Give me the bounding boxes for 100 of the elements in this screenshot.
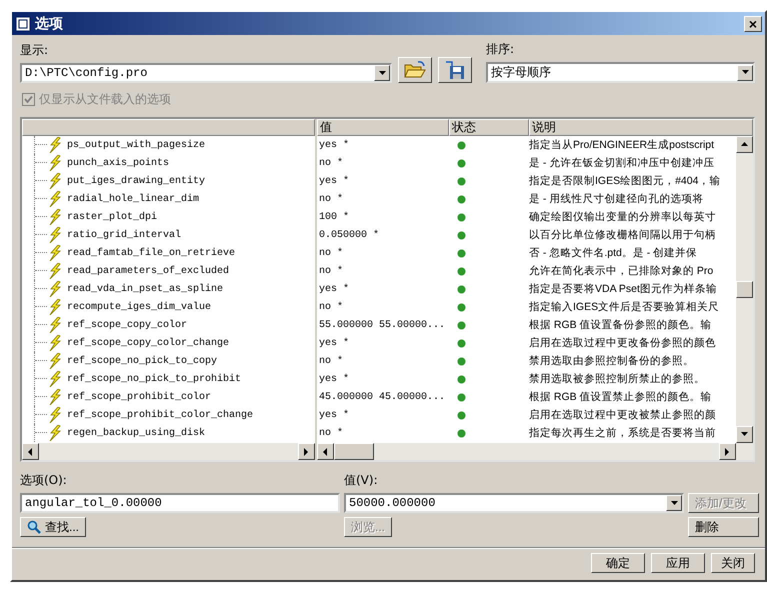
value-cell-text: yes * xyxy=(318,140,350,150)
scrollbar-thumb[interactable] xyxy=(334,443,374,460)
status-dot-icon xyxy=(457,302,466,312)
lightning-icon xyxy=(49,389,61,405)
status-dot-icon xyxy=(457,392,466,402)
option-name[interactable]: ps_output_with_pagesize xyxy=(65,140,206,150)
description-cell-text: 禁用选取被参照控制所禁止的参照。 xyxy=(529,372,706,386)
sort-combo[interactable]: 按字母顺序 xyxy=(486,62,755,83)
display-label: 显示: xyxy=(20,42,50,59)
lightning-icon xyxy=(49,209,61,225)
value-cell-text: no * xyxy=(318,194,344,204)
lightning-icon xyxy=(49,299,61,315)
lightning-icon xyxy=(49,407,61,423)
footer-button[interactable]: 确定 xyxy=(591,553,645,573)
value-cell-text: yes * xyxy=(318,338,350,348)
description-cell-text: 根据 RGB 值设置禁止参照的颜色。输 xyxy=(529,390,713,404)
column-header[interactable]: 说明 xyxy=(529,119,753,136)
lightning-icon xyxy=(49,425,61,441)
status-dot-icon xyxy=(457,140,466,150)
option-name[interactable]: regen_backup_using_disk xyxy=(65,428,206,438)
delete-button[interactable]: 删除 xyxy=(688,517,759,537)
checkbox-label: 仅显示从文件载入的选项 xyxy=(39,91,171,108)
status-dot-icon xyxy=(457,338,466,348)
description-cell-text: 指定是否限制IGES绘图图元，#404，输 xyxy=(529,174,722,188)
description-cell-text: 否 - 忽略文件名.ptd。是 - 创建并保 xyxy=(529,246,698,260)
option-label: 选项(O): xyxy=(20,472,68,489)
value-combo[interactable]: 50000.000000 xyxy=(344,493,684,513)
description-cell-text: 启用在选取过程中更改被禁止参照的颜 xyxy=(529,408,717,422)
option-name[interactable]: ref_scope_prohibit_color xyxy=(65,392,212,402)
vertical-scrollbar[interactable] xyxy=(736,136,753,443)
arrow-icon xyxy=(323,448,328,456)
window-title: 选项 xyxy=(35,14,64,32)
close-button[interactable]: × xyxy=(744,16,762,32)
save-button[interactable] xyxy=(438,57,472,83)
option-name[interactable]: ref_scope_copy_color xyxy=(65,320,188,330)
lightning-icon xyxy=(49,137,61,153)
option-name[interactable]: punch_axis_points xyxy=(65,158,170,168)
column-header[interactable]: 状态 xyxy=(449,119,529,136)
value-cell-text: yes * xyxy=(318,410,350,420)
description-cell-text: 是 - 允许在钣金切割和冲压中创建冲压 xyxy=(529,156,716,170)
option-name[interactable]: read_famtab_file_on_retrieve xyxy=(65,248,236,258)
scrollbar-thumb[interactable] xyxy=(736,281,753,298)
dropdown-arrow-icon xyxy=(670,500,678,506)
lightning-icon xyxy=(49,371,61,387)
lightning-icon xyxy=(49,227,61,243)
value-cell-text: 45.000000 45.00000... xyxy=(318,392,446,402)
value-cell-text: no * xyxy=(318,356,344,366)
description-cell-text: 禁用选取由参照控制备份的参照。 xyxy=(529,354,695,368)
status-dot-icon xyxy=(457,266,466,276)
open-folder-button[interactable] xyxy=(398,57,432,83)
footer-button[interactable]: 关闭 xyxy=(711,553,755,573)
option-name[interactable]: ref_scope_no_pick_to_prohibit xyxy=(65,374,242,384)
value-cell-text: no * xyxy=(318,266,344,276)
option-name[interactable]: put_iges_drawing_entity xyxy=(65,176,206,186)
option-name[interactable]: read_parameters_of_excluded xyxy=(65,266,230,276)
description-cell-text: 指定是否要将VDA Pset图元作为样条输 xyxy=(529,282,718,296)
option-name[interactable]: ratio_grid_interval xyxy=(65,230,182,240)
lightning-icon xyxy=(49,281,61,297)
lightning-icon xyxy=(49,353,61,369)
lightning-icon xyxy=(49,173,61,189)
status-dot-icon xyxy=(457,194,466,204)
description-cell-text: 指定当从Pro/ENGINEER生成postscript xyxy=(529,138,716,152)
option-name[interactable]: radial_hole_linear_dim xyxy=(65,194,200,204)
dropdown-arrow-icon xyxy=(378,70,386,76)
value-cell-text: 100 * xyxy=(318,212,350,222)
lightning-icon xyxy=(49,191,61,207)
description-cell-text: 是 - 用线性尺寸创建径向孔的选项将 xyxy=(529,192,704,206)
dropdown-arrow-icon xyxy=(742,70,748,75)
value-cell-text: yes * xyxy=(318,374,350,384)
lightning-icon xyxy=(49,245,61,261)
status-dot-icon xyxy=(457,374,466,384)
description-cell-text: 指定每次再生之前，系统是否要将当前 xyxy=(529,426,717,440)
option-name[interactable]: recompute_iges_dim_value xyxy=(65,302,212,312)
value-cell-text: no * xyxy=(318,248,344,258)
horizontal-scrollbar[interactable] xyxy=(22,443,315,460)
value-cell-text: 55.000000 55.00000... xyxy=(318,320,446,330)
find-button[interactable]: 查找... xyxy=(20,517,86,537)
description-cell-text: 根据 RGB 值设置备份参照的颜色。输 xyxy=(529,318,713,332)
status-dot-icon xyxy=(457,158,466,168)
value-cell-text: yes * xyxy=(318,284,350,294)
description-cell-text: 指定输入IGES文件后是否要验算相关尺 xyxy=(529,300,720,314)
option-name[interactable]: raster_plot_dpi xyxy=(65,212,158,222)
option-name[interactable]: read_vda_in_pset_as_spline xyxy=(65,284,224,294)
display-combo[interactable]: D:\PTC\config.pro xyxy=(20,63,392,83)
value-cell-text: yes * xyxy=(318,176,350,186)
horizontal-scrollbar[interactable] xyxy=(317,443,753,460)
option-input[interactable]: angular_tol_0.00000 xyxy=(20,493,340,513)
status-dot-icon xyxy=(457,356,466,366)
value-cell-text: no * xyxy=(318,428,344,438)
column-header[interactable]: 值 xyxy=(317,119,449,136)
column-header[interactable] xyxy=(22,119,315,136)
option-name[interactable]: ref_scope_no_pick_to_copy xyxy=(65,356,218,366)
description-cell-text: 启用在选取过程中更改备份参照的颜色 xyxy=(529,336,717,350)
status-dot-icon xyxy=(457,176,466,186)
footer-button[interactable]: 应用 xyxy=(651,553,705,573)
lightning-icon xyxy=(49,335,61,351)
option-name[interactable]: ref_scope_copy_color_change xyxy=(65,338,230,348)
option-name[interactable]: ref_scope_prohibit_color_change xyxy=(65,410,254,420)
description-cell-text: 确定绘图仪输出变量的分辨率以每英寸 xyxy=(529,210,717,224)
value-cell-text: no * xyxy=(318,158,344,168)
